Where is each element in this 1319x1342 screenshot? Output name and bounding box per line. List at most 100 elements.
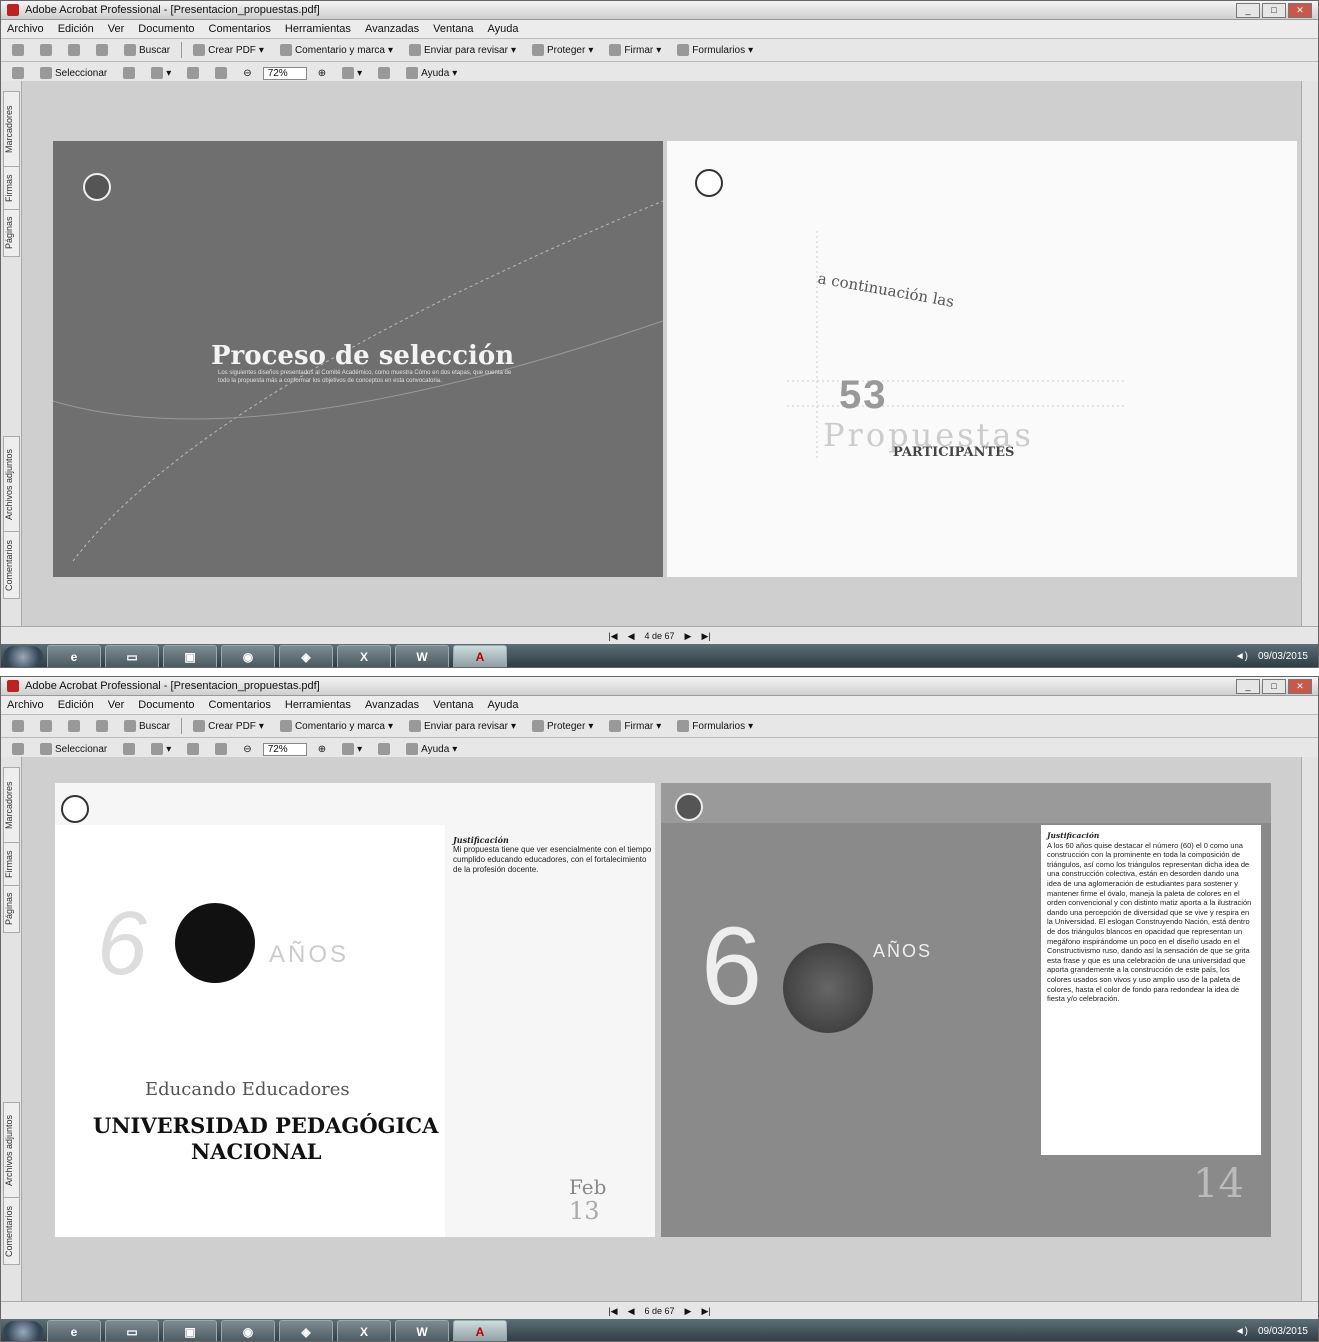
ie-taskbar-icon[interactable]: e (47, 644, 101, 667)
hand-tool-button[interactable] (7, 741, 29, 757)
start-button[interactable] (3, 645, 43, 667)
sign-button[interactable]: Firmar ▾ (604, 718, 666, 734)
print-button[interactable] (63, 42, 85, 58)
zoom-tool-button[interactable]: ▾ (146, 741, 176, 757)
fit-page-button[interactable] (182, 65, 204, 81)
help-button[interactable]: Ayuda ▾ (401, 65, 462, 81)
zoom-out-button[interactable]: ⊖ (238, 66, 256, 81)
comment-button[interactable]: Comentario y marca ▾ (275, 42, 398, 58)
explorer-taskbar-icon[interactable]: ▭ (105, 644, 159, 667)
zoom-tool-button[interactable]: ▾ (146, 65, 176, 81)
menu-edicion[interactable]: Edición (58, 699, 94, 711)
next-page-button[interactable]: ▶ (685, 1306, 692, 1317)
menu-archivo[interactable]: Archivo (7, 23, 44, 35)
menu-herramientas[interactable]: Herramientas (285, 699, 351, 711)
menu-avanzadas[interactable]: Avanzadas (365, 23, 419, 35)
menu-edicion[interactable]: Edición (58, 23, 94, 35)
media-taskbar-icon[interactable]: ▣ (163, 1319, 217, 1341)
clock[interactable]: 09/03/2015 (1258, 651, 1308, 662)
first-page-button[interactable]: |◀ (608, 631, 617, 642)
last-page-button[interactable]: ▶| (701, 631, 710, 642)
ie-taskbar-icon[interactable]: e (47, 1319, 101, 1341)
last-page-button[interactable]: ▶| (701, 1306, 710, 1317)
word-taskbar-icon[interactable]: W (395, 644, 449, 667)
menu-ventana[interactable]: Ventana (433, 699, 473, 711)
open-button[interactable] (7, 42, 29, 58)
media-taskbar-icon[interactable]: ▣ (163, 644, 217, 667)
acrobat-taskbar-icon[interactable]: A (453, 1319, 507, 1341)
minimize-button[interactable]: _ (1236, 2, 1260, 18)
prev-page-button[interactable]: ◀ (628, 631, 635, 642)
volume-icon[interactable]: ◄) (1235, 1326, 1248, 1337)
email-button[interactable] (91, 42, 113, 58)
fit-page-button[interactable] (182, 741, 204, 757)
minimize-button[interactable]: _ (1236, 678, 1260, 694)
menu-comentarios[interactable]: Comentarios (209, 699, 271, 711)
menu-ver[interactable]: Ver (108, 699, 125, 711)
prev-page-button[interactable]: ◀ (628, 1306, 635, 1317)
tab-firmas[interactable]: Firmas (3, 166, 20, 210)
tab-paginas[interactable]: Páginas (3, 209, 20, 257)
menu-archivo[interactable]: Archivo (7, 699, 44, 711)
select-tool-button[interactable]: Seleccionar (35, 741, 112, 757)
zoom-out-button[interactable]: ⊖ (238, 742, 256, 757)
print-button[interactable] (63, 718, 85, 734)
typewriter-button[interactable] (373, 741, 395, 757)
send-review-button[interactable]: Enviar para revisar ▾ (404, 718, 521, 734)
maximize-button[interactable]: □ (1262, 678, 1286, 694)
create-pdf-button[interactable]: Crear PDF ▾ (188, 718, 269, 734)
menu-ventana[interactable]: Ventana (433, 23, 473, 35)
search-button[interactable]: Buscar (119, 42, 175, 58)
page-indicator[interactable]: 6 de 67 (644, 1306, 674, 1316)
app2-taskbar-icon[interactable]: ◈ (279, 1319, 333, 1341)
excel-taskbar-icon[interactable]: X (337, 644, 391, 667)
vertical-scrollbar[interactable] (1301, 757, 1318, 1301)
zoom-input[interactable]: 72% (262, 742, 307, 756)
menu-documento[interactable]: Documento (138, 23, 194, 35)
tab-archivos-adjuntos[interactable]: Archivos adjuntos (3, 436, 20, 532)
next-page-button[interactable]: ▶ (685, 631, 692, 642)
word-taskbar-icon[interactable]: W (395, 1319, 449, 1341)
search-button[interactable]: Buscar (119, 718, 175, 734)
volume-icon[interactable]: ◄) (1235, 651, 1248, 662)
protect-button[interactable]: Proteger ▾ (527, 718, 598, 734)
acrobat-taskbar-icon[interactable]: A (453, 644, 507, 667)
create-pdf-button[interactable]: Crear PDF ▾ (188, 42, 269, 58)
tab-paginas[interactable]: Páginas (3, 885, 20, 933)
menu-documento[interactable]: Documento (138, 699, 194, 711)
typewriter-button[interactable] (373, 65, 395, 81)
document-viewport[interactable]: Marcadores Firmas Páginas Archivos adjun… (1, 757, 1318, 1301)
rotate-button[interactable]: ▾ (337, 741, 367, 757)
snapshot-button[interactable] (118, 741, 140, 757)
select-tool-button[interactable]: Seleccionar (35, 65, 112, 81)
tab-archivos-adjuntos[interactable]: Archivos adjuntos (3, 1102, 20, 1198)
tab-comentarios[interactable]: Comentarios (3, 1197, 20, 1265)
hand-tool-button[interactable] (7, 65, 29, 81)
close-button[interactable]: ✕ (1288, 2, 1312, 18)
app-taskbar-icon[interactable]: ◉ (221, 644, 275, 667)
vertical-scrollbar[interactable] (1301, 81, 1318, 626)
app-taskbar-icon[interactable]: ◉ (221, 1319, 275, 1341)
start-button[interactable] (3, 1320, 43, 1341)
save-button[interactable] (35, 718, 57, 734)
menu-comentarios[interactable]: Comentarios (209, 23, 271, 35)
tab-marcadores[interactable]: Marcadores (3, 767, 20, 843)
fit-width-button[interactable] (210, 741, 232, 757)
comment-button[interactable]: Comentario y marca ▾ (275, 718, 398, 734)
fit-width-button[interactable] (210, 65, 232, 81)
rotate-button[interactable]: ▾ (337, 65, 367, 81)
excel-taskbar-icon[interactable]: X (337, 1319, 391, 1341)
menu-herramientas[interactable]: Herramientas (285, 23, 351, 35)
tab-comentarios[interactable]: Comentarios (3, 531, 20, 599)
snapshot-button[interactable] (118, 65, 140, 81)
explorer-taskbar-icon[interactable]: ▭ (105, 1319, 159, 1341)
maximize-button[interactable]: □ (1262, 2, 1286, 18)
first-page-button[interactable]: |◀ (608, 1306, 617, 1317)
page-indicator[interactable]: 4 de 67 (644, 631, 674, 641)
document-viewport[interactable]: Marcadores Firmas Páginas Archivos adjun… (1, 81, 1318, 626)
zoom-in-button[interactable]: ⊕ (313, 742, 331, 757)
app2-taskbar-icon[interactable]: ◈ (279, 644, 333, 667)
sign-button[interactable]: Firmar ▾ (604, 42, 666, 58)
menu-ver[interactable]: Ver (108, 23, 125, 35)
menu-avanzadas[interactable]: Avanzadas (365, 699, 419, 711)
